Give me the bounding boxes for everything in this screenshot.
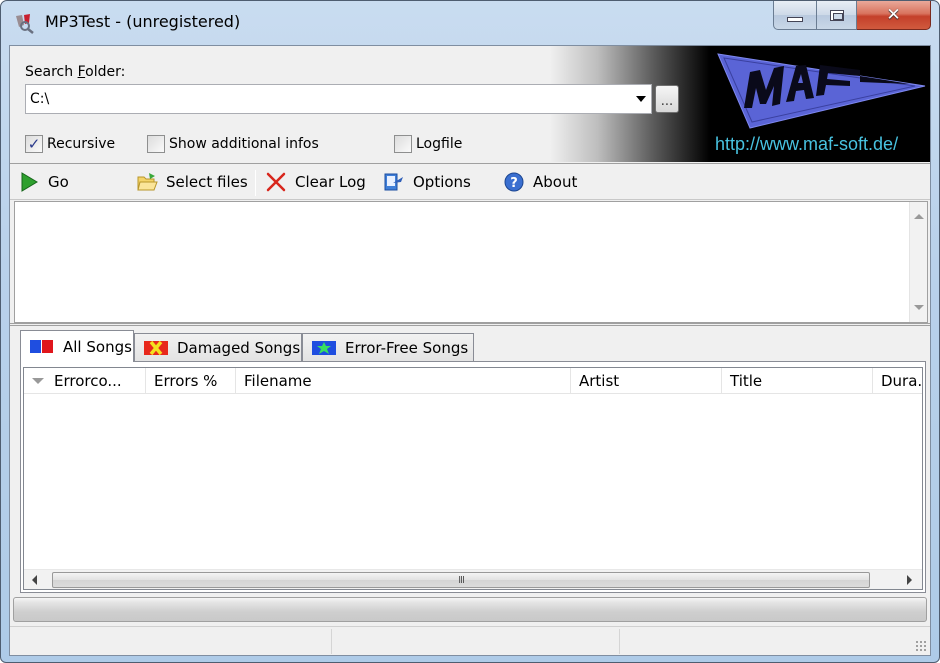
options-button[interactable]: Options [383,170,471,194]
show-additional-infos-check-box[interactable] [147,135,165,153]
mp3test-app-icon[interactable] [13,12,35,34]
songs-grid[interactable]: Errorco... Errors % Filename Artist Titl… [23,367,923,590]
grid-header: Errorco... Errors % Filename Artist Titl… [24,368,923,394]
client-area: http://www.maf-soft.de/ Search Folder: C… [9,45,931,656]
go-button[interactable]: Go [18,170,69,194]
thumb-grip-icon: III [458,574,465,586]
website-link[interactable]: http://www.maf-soft.de/ [715,134,898,155]
red-x-icon [265,171,287,193]
recursive-label: Recursive [47,136,116,152]
about-button[interactable]: ? About [503,170,577,194]
column-label: Errorco... [54,372,122,390]
column-header-artist[interactable]: Artist [571,368,722,394]
clear-log-button[interactable]: Clear Log [265,170,366,194]
column-header-filename[interactable]: Filename [236,368,571,394]
maf-logo [717,53,926,129]
close-icon: ✕ [886,5,901,25]
options-icon [383,171,405,193]
scroll-up-arrow-icon[interactable] [914,214,924,219]
sort-descending-icon [32,378,44,384]
go-label: Go [48,173,69,191]
recursive-checkbox[interactable]: Recursive [25,135,115,153]
window-title: MP3Test - (unregistered) [45,12,241,31]
select-files-label: Select files [166,173,248,191]
column-header-title[interactable]: Title [722,368,873,394]
column-header-errors-percent[interactable]: Errors % [146,368,236,394]
options-label: Options [413,173,471,191]
tab-page-all-songs: Errorco... Errors % Filename Artist Titl… [20,361,926,593]
maximize-button[interactable] [817,1,857,30]
select-files-button[interactable]: Select files [136,170,248,194]
logfile-checkbox[interactable]: Logfile [394,135,462,153]
show-additional-infos-checkbox[interactable]: Show additional infos [147,135,319,153]
damaged-songs-icon [143,340,169,356]
column-label: Title [730,372,763,390]
clear-log-label: Clear Log [295,173,366,191]
about-label: About [533,173,578,191]
logfile-label: Logfile [416,136,463,152]
app-window: MP3Test - (unregistered) ✕ http://www.ma… [0,0,940,663]
logfile-check-box[interactable] [394,135,412,153]
dropdown-arrow-icon[interactable] [631,85,651,113]
folder-icon [136,171,158,193]
column-label: Dura. [881,372,923,390]
maf-banner[interactable]: http://www.maf-soft.de/ [710,46,930,162]
column-label: Filename [244,372,312,390]
error-free-songs-icon [311,340,337,356]
show-additional-infos-label: Show additional infos [169,136,319,152]
help-icon: ? [503,171,525,193]
svg-text:?: ? [510,176,518,191]
grid-horizontal-scrollbar[interactable]: III [24,569,922,589]
column-label: Errors % [154,372,218,390]
label-prefix: Search [25,64,78,80]
splitter-handle[interactable] [10,323,930,326]
caption-buttons: ✕ [773,1,931,31]
title-bar[interactable]: MP3Test - (unregistered) ✕ [1,1,939,45]
toolbar-separator [255,170,256,196]
label-suffix: older: [85,64,126,80]
scroll-right-arrow-icon[interactable] [907,575,912,585]
search-folder-label: Search Folder: [25,64,125,80]
search-folder-input[interactable]: C:\ [26,91,631,107]
close-button[interactable]: ✕ [857,1,931,30]
log-textarea[interactable] [14,201,928,323]
tab-label: All Songs [63,337,132,356]
tab-error-free-songs[interactable]: Error-Free Songs [302,333,474,361]
maximize-icon [829,9,844,21]
column-header-duration[interactable]: Dura. [873,368,923,394]
log-vertical-scrollbar[interactable] [909,202,927,322]
column-label: Artist [579,372,620,390]
tab-label: Error-Free Songs [345,338,469,357]
progress-bar [13,597,927,622]
tab-label: Damaged Songs [177,338,301,357]
all-songs-icon [29,339,55,355]
recursive-check-box[interactable] [25,135,43,153]
scroll-down-arrow-icon[interactable] [914,305,924,310]
search-panel: http://www.maf-soft.de/ Search Folder: C… [10,46,930,162]
resize-grip-icon[interactable] [915,640,927,652]
play-icon [18,171,40,193]
status-panel-3 [620,629,930,654]
status-bar [10,626,930,655]
scrollbar-thumb[interactable]: III [52,572,870,588]
minimize-icon [787,16,803,22]
browse-folder-button[interactable]: ... [655,85,679,113]
tab-damaged-songs[interactable]: Damaged Songs [134,333,302,361]
column-header-errorcode[interactable]: Errorco... [24,368,146,394]
tab-all-songs[interactable]: All Songs [20,330,134,362]
scroll-left-arrow-icon[interactable] [32,575,37,585]
status-panel-1 [10,629,332,654]
status-panel-2 [332,629,620,654]
label-accelerator: F [77,64,86,80]
search-folder-combobox[interactable]: C:\ [25,84,652,114]
minimize-button[interactable] [773,1,817,30]
toolbar: Go Select files Clear Log Options ? Abou… [10,163,930,200]
